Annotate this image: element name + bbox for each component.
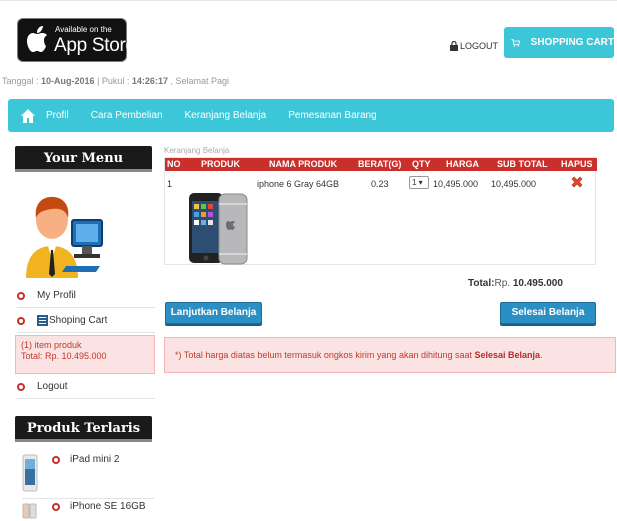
badge-small-text: Available on the <box>55 25 112 34</box>
notice-bold: Selesai Belanja <box>474 350 541 360</box>
col-sub-total: SUB TOTAL <box>497 159 548 169</box>
date-label: Tanggal : <box>2 76 42 86</box>
nav-item-cara-pembelian[interactable]: Cara Pembelian <box>91 110 163 121</box>
row-no: 1 <box>167 179 173 189</box>
logout-label: LOGOUT <box>460 41 499 51</box>
finish-shopping-button[interactable]: Selesai Belanja <box>500 302 596 324</box>
nav-item-keranjang-belanja[interactable]: Keranjang Belanja <box>185 110 267 121</box>
logout-link[interactable]: LOGOUT <box>450 38 506 54</box>
ipad-thumbnail <box>22 454 38 492</box>
nav-item-profil[interactable]: Profil <box>46 110 69 121</box>
row-subtotal: 10,495.000 <box>491 179 537 189</box>
cart-caption: Keranjang Belanja <box>164 146 230 155</box>
home-icon[interactable] <box>20 108 36 124</box>
col-harga: HARGA <box>446 159 479 169</box>
row-product-name: iphone 6 Gray 64GB <box>257 179 340 189</box>
best-seller-title: Produk Terlaris <box>15 416 152 442</box>
shopping-cart-button[interactable]: SHOPPING CART <box>504 27 614 58</box>
col-hapus: HAPUS <box>561 159 593 169</box>
col-produk: PRODUK <box>201 159 241 169</box>
row-weight: 0.23 <box>371 179 389 189</box>
row-price: 10,495.000 <box>433 179 479 189</box>
best-seller-name: iPhone SE 16GB <box>70 501 146 512</box>
cart-summary-box: (1) item produk Total: Rp. 10.495.000 <box>15 335 155 374</box>
best-seller-item[interactable]: iPad mini 2 <box>22 453 154 499</box>
bullet-icon <box>17 382 25 391</box>
best-seller-name: iPad mini 2 <box>70 454 120 465</box>
sidebar-item-shoping-cart[interactable]: Shoping Cart <box>17 315 155 333</box>
iphone-se-thumbnail <box>22 503 37 519</box>
greeting-text: , Selamat Pagi <box>167 76 229 86</box>
bullet-icon <box>17 316 25 325</box>
top-divider <box>0 0 617 1</box>
shipping-notice: *) Total harga diatas belum termasuk ong… <box>164 337 616 373</box>
time-value: 14:26:17 <box>131 76 168 86</box>
sidebar-item-label: My Profil <box>37 290 76 301</box>
bullet-icon <box>52 503 60 511</box>
app-store-badge[interactable]: Available on the App Store <box>17 18 136 62</box>
delete-icon[interactable] <box>570 175 584 189</box>
user-avatar-icon <box>26 196 103 278</box>
sidebar-item-my-profil[interactable]: My Profil <box>17 290 155 308</box>
date-value: 10-Aug-2016 <box>41 76 95 86</box>
notice-text: *) Total harga diatas belum termasuk ong… <box>175 350 475 360</box>
cart-item-count: (1) item produk <box>21 340 82 350</box>
col-nama-produk: NAMA PRODUK <box>269 159 338 169</box>
col-qty: QTY <box>412 159 431 169</box>
cart-table-header: NO PRODUK NAMA PRODUK BERAT(G) QTY HARGA… <box>165 158 597 171</box>
best-seller-item[interactable]: iPhone SE 16GB <box>22 500 154 521</box>
apple-icon <box>27 26 47 52</box>
col-berat: BERAT(G) <box>358 159 402 169</box>
lock-icon <box>450 41 458 51</box>
product-image <box>189 193 248 265</box>
sidebar-item-logout[interactable]: Logout <box>17 381 155 399</box>
total-label: Total: <box>468 278 495 289</box>
cart-total-summary: Total: Rp. 10.495.000 <box>21 351 107 361</box>
cart-small-icon <box>37 315 48 326</box>
shopping-cart-label: SHOPPING CART <box>530 37 614 48</box>
your-menu-title: Your Menu <box>15 146 152 172</box>
sidebar-item-label: Shoping Cart <box>49 315 108 326</box>
cart-table: NO PRODUK NAMA PRODUK BERAT(G) QTY HARGA… <box>164 157 597 265</box>
nav-item-pemesanan-barang[interactable]: Pemesanan Barang <box>288 110 376 121</box>
cart-icon <box>511 38 521 47</box>
time-label: | Pukul : <box>94 76 132 86</box>
quantity-select[interactable]: 1 ▾ <box>409 176 429 189</box>
bullet-icon <box>17 291 25 300</box>
cart-total: Total:Rp. 10.495.000 <box>468 278 563 289</box>
bullet-icon <box>52 456 60 464</box>
total-prefix: Rp. <box>494 278 513 289</box>
badge-large-text: App Store <box>54 35 136 56</box>
sidebar-item-label: Logout <box>37 381 68 392</box>
date-time-bar: Tanggal : 10-Aug-2016 | Pukul : 14:26:17… <box>2 76 229 86</box>
continue-shopping-button[interactable]: Lanjutkan Belanja <box>165 302 262 324</box>
notice-end: . <box>540 350 543 360</box>
quantity-value: 1 <box>412 178 417 187</box>
total-value: 10.495.000 <box>512 278 563 289</box>
main-nav: Profil Cara Pembelian Keranjang Belanja … <box>8 99 614 132</box>
col-no: NO <box>167 159 181 169</box>
